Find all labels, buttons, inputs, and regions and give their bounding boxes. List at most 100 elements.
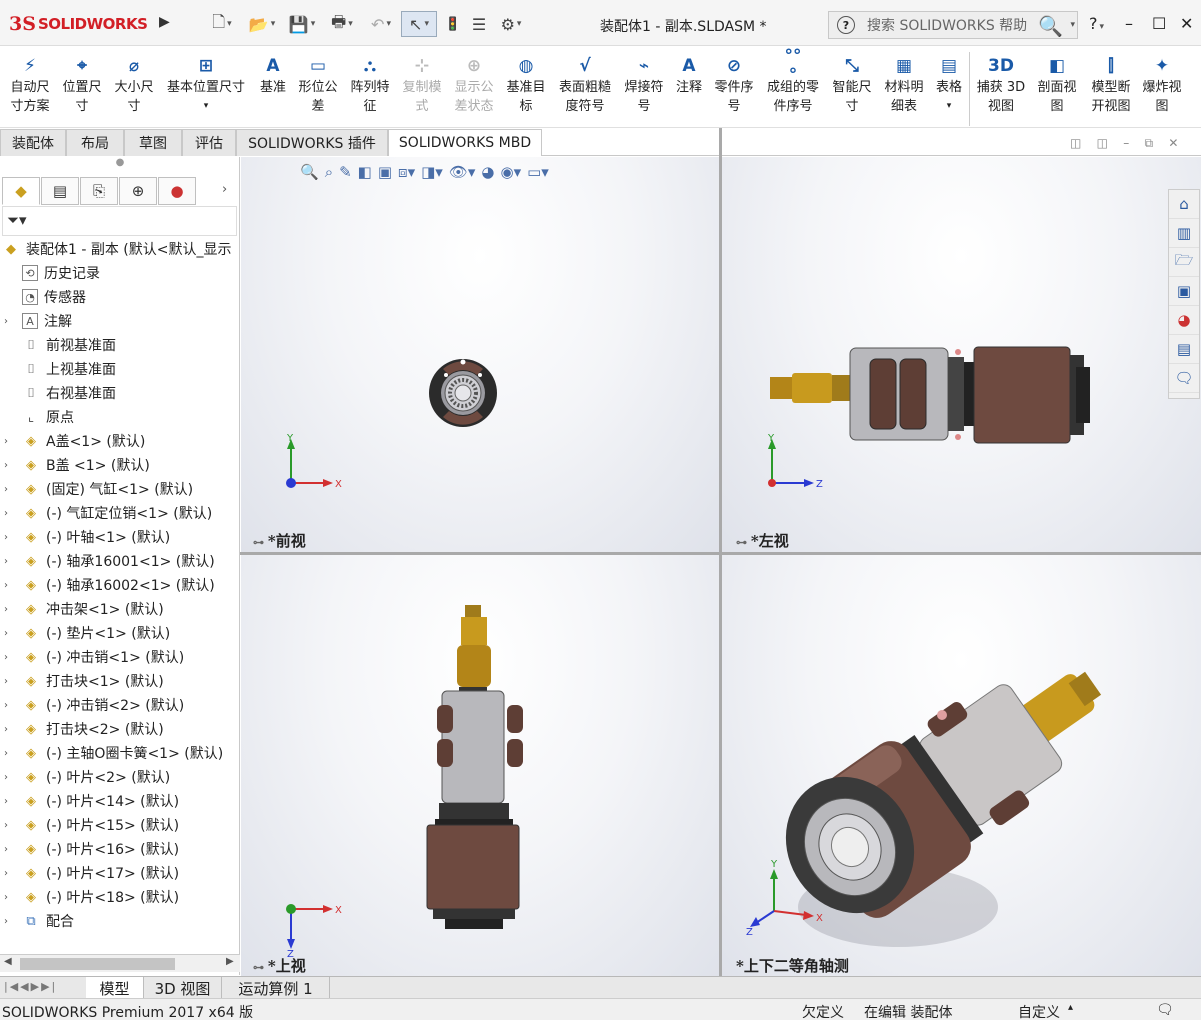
tree-item-component[interactable]: › ◈ B盖 <1> (默认) — [0, 453, 240, 477]
pattern-feature-button[interactable]: ⛬ 阵列特 征 — [346, 54, 394, 116]
view-settings-icon[interactable]: ▭▾ — [527, 163, 549, 181]
expand-arrow-icon[interactable]: › — [0, 508, 12, 519]
dynamic-annotation-icon[interactable]: ▣ — [378, 163, 392, 181]
select-button[interactable]: ↖ ▾ — [401, 11, 437, 37]
tab-evaluate[interactable]: 评估 — [182, 129, 236, 156]
viewport-restore-icon[interactable]: ⧉ — [1144, 136, 1153, 150]
tree-item-component[interactable]: › ◈ (-) 主轴O圈卡簧<1> (默认) — [0, 741, 240, 765]
tree-item-component[interactable]: › ◈ (-) 垫片<1> (默认) — [0, 621, 240, 645]
viewport-next-icon[interactable]: ◫ — [1097, 136, 1108, 150]
tab-sketch[interactable]: 草图 — [124, 129, 182, 156]
tab-motion-study[interactable]: 运动算例 1 — [222, 977, 330, 999]
file-explorer-icon[interactable]: 🗁 — [1169, 248, 1199, 277]
tree-item-component[interactable]: › ◈ (-) 叶片<17> (默认) — [0, 861, 240, 885]
tree-item-component[interactable]: › ◈ (-) 叶片<16> (默认) — [0, 837, 240, 861]
section-view-button[interactable]: ◧ 剖面视 图 — [1032, 54, 1082, 116]
capture-3d-view-button[interactable]: 3D 捕获 3D 视图 — [974, 54, 1028, 116]
minimize-button[interactable]: – — [1125, 14, 1133, 33]
expand-arrow-icon[interactable]: › — [0, 532, 12, 543]
appearances-icon[interactable]: ◕ — [1169, 306, 1199, 335]
tab-layout[interactable]: 布局 — [66, 129, 124, 156]
expand-arrow-icon[interactable]: › — [0, 484, 12, 495]
rebuild-button[interactable]: 🚦 — [444, 11, 462, 37]
tab-assembly[interactable]: 装配体 — [0, 129, 66, 156]
panel-splitter-handle[interactable]: ● — [0, 157, 240, 177]
scrollbar-thumb[interactable] — [20, 958, 175, 970]
exploded-view-button[interactable]: ✦ 爆炸视 图 — [1140, 54, 1184, 116]
tab-solidworks-addins[interactable]: SOLIDWORKS 插件 — [236, 129, 388, 156]
tree-item-component[interactable]: › ◈ (-) 叶片<15> (默认) — [0, 813, 240, 837]
tree-item-origin[interactable]: ⌞ 原点 — [0, 405, 240, 429]
scroll-right-icon[interactable]: ▶ — [226, 956, 234, 967]
chevron-right-icon[interactable]: › — [222, 182, 227, 197]
tab-3d-views[interactable]: 3D 视图 — [144, 977, 222, 999]
chevron-down-icon[interactable]: ▾ — [1070, 20, 1075, 30]
datum-button[interactable]: A 基准 — [256, 54, 290, 97]
custom-properties-icon[interactable]: ▤ — [1169, 335, 1199, 364]
viewport-left[interactable]: Y Z ⊶ *左视 — [722, 157, 1201, 552]
auto-dimension-button[interactable]: ⚡ 自动尺 寸方案 — [6, 54, 54, 116]
property-manager-tab[interactable]: ▤ — [41, 177, 79, 205]
tree-item-right-plane[interactable]: ⌷ 右视基准面 — [0, 381, 240, 405]
tree-item-component[interactable]: › ◈ (-) 冲击销<2> (默认) — [0, 693, 240, 717]
tree-item-component[interactable]: › ◈ (-) 气缸定位销<1> (默认) — [0, 501, 240, 525]
file-properties-button[interactable]: ☰ — [468, 11, 490, 37]
expand-arrow-icon[interactable]: › — [0, 676, 12, 687]
section-view-icon[interactable]: ◧ — [358, 163, 372, 181]
expand-arrow-icon[interactable]: › — [0, 460, 12, 471]
tab-model[interactable]: 模型 — [86, 977, 144, 999]
note-button[interactable]: A 注释 — [672, 54, 706, 97]
viewport-close-icon[interactable]: ✕ — [1168, 136, 1178, 150]
search-icon[interactable]: 🔍 — [1038, 14, 1063, 38]
expand-arrow-icon[interactable]: › — [0, 436, 12, 447]
feature-tree-tab[interactable]: ◆ — [2, 177, 40, 205]
scroll-left-icon[interactable]: ◀ — [4, 956, 12, 967]
model-break-view-button[interactable]: ⫿ 模型断 开视图 — [1086, 54, 1136, 116]
tree-item-top-plane[interactable]: ⌷ 上视基准面 — [0, 357, 240, 381]
home-icon[interactable]: ⌂ — [1169, 190, 1199, 219]
viewport-front[interactable]: Y X ⊶ *前视 — [241, 157, 719, 552]
chevron-up-icon[interactable]: ▴ — [1068, 1002, 1073, 1013]
tree-horizontal-scrollbar[interactable]: ◀ ▶ — [0, 954, 240, 972]
options-button[interactable]: ⚙ ▾ — [494, 11, 528, 37]
expand-arrow-icon[interactable]: › — [0, 844, 12, 855]
expand-arrow-icon[interactable]: › — [0, 628, 12, 639]
expand-arrow-icon[interactable]: › — [0, 796, 12, 807]
bom-button[interactable]: ▦ 材料明 细表 — [880, 54, 928, 116]
expand-menu-icon[interactable]: ▶ — [159, 14, 175, 34]
close-button[interactable]: ✕ — [1180, 14, 1193, 33]
zoom-to-area-icon[interactable]: ⌕ — [325, 163, 333, 181]
tree-root-assembly[interactable]: ◆ 装配体1 - 副本 (默认<默认_显示 — [0, 237, 240, 261]
expand-arrow-icon[interactable]: › — [0, 748, 12, 759]
solidworks-logo[interactable]: 3S SOLIDWORKS — [9, 10, 154, 38]
expand-arrow-icon[interactable]: › — [0, 580, 12, 591]
new-document-button[interactable]: 🗋 ▾ — [205, 11, 239, 37]
open-button[interactable]: 📂 ▾ — [245, 11, 279, 37]
viewport-minimize-icon[interactable]: – — [1123, 136, 1129, 150]
tree-item-component[interactable]: › ◈ (-) 轴承16001<1> (默认) — [0, 549, 240, 573]
viewport-isometric[interactable]: Y X Z *上下二等角轴测 — [722, 555, 1201, 976]
maximize-button[interactable]: ☐ — [1152, 14, 1166, 33]
tree-item-component[interactable]: › ◈ (-) 叶轴<1> (默认) — [0, 525, 240, 549]
tree-item-sensors[interactable]: ◔ 传感器 — [0, 285, 240, 309]
view-orientation-icon[interactable]: ⧈▾ — [398, 163, 415, 181]
configuration-manager-tab[interactable]: ⎘ — [80, 177, 118, 205]
viewport-vertical-divider[interactable] — [719, 128, 722, 976]
dimxpert-manager-tab[interactable]: ⊕ — [119, 177, 157, 205]
help-search-box[interactable]: ? 搜索 SOLIDWORKS 帮助 🔍 ▾ — [828, 11, 1078, 39]
apply-scene-icon[interactable]: ◉▾ — [501, 163, 522, 181]
tree-item-component[interactable]: › ◈ 打击块<1> (默认) — [0, 669, 240, 693]
expand-arrow-icon[interactable]: › — [0, 556, 12, 567]
expand-arrow-icon[interactable]: › — [0, 700, 12, 711]
tooltip-toggle-icon[interactable]: 🗨 — [1156, 1002, 1174, 1018]
display-manager-tab[interactable]: ● — [158, 177, 196, 205]
tab-navigation-arrows[interactable]: |◀◀▶▶| — [4, 980, 57, 993]
basic-location-dimension-button[interactable]: ⊞ 基本位置尺寸 ▾ — [162, 54, 250, 116]
expand-arrow-icon[interactable]: › — [0, 652, 12, 663]
expand-arrow-icon[interactable]: › — [0, 892, 12, 903]
tree-item-history[interactable]: ⟲ 历史记录 — [0, 261, 240, 285]
tree-item-component[interactable]: › ◈ (-) 叶片<18> (默认) — [0, 885, 240, 909]
expand-arrow-icon[interactable]: › — [0, 916, 12, 927]
geometric-tolerance-button[interactable]: ▭ 形位公 差 — [294, 54, 342, 116]
forum-icon[interactable]: 🗨 — [1169, 364, 1199, 393]
